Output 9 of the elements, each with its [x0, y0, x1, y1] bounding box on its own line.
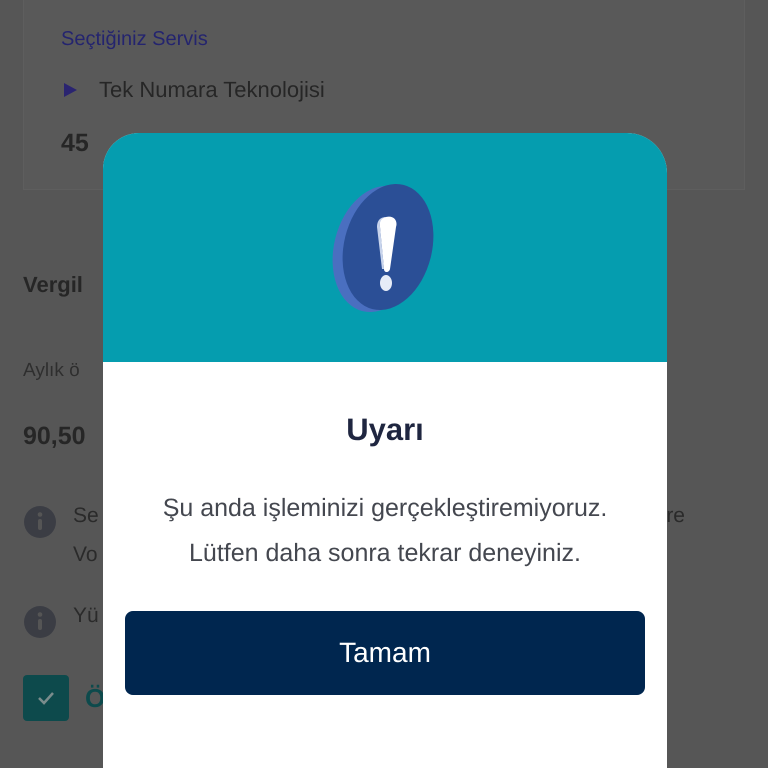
dialog-title: Uyarı	[346, 412, 424, 448]
dialog-message: Şu anda işleminizi gerçekleştiremiyoruz. Lütfen daha sonra tekrar deneyiniz.	[162, 493, 608, 569]
play-icon	[63, 83, 77, 97]
info-icon	[23, 605, 57, 639]
ok-button[interactable]: Tamam	[125, 611, 645, 695]
info-icon	[23, 505, 57, 539]
agreement-label: Ö	[85, 682, 106, 714]
check-icon	[36, 690, 56, 706]
checkbox[interactable]	[23, 675, 69, 721]
